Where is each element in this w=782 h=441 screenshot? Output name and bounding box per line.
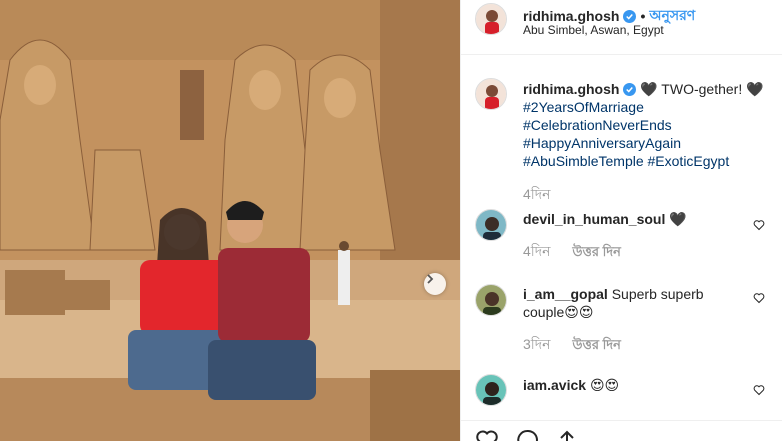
next-arrow-icon <box>427 274 434 284</box>
heart-icon[interactable] <box>753 384 765 396</box>
comment-item: iam.avick 😍😍 <box>523 376 743 394</box>
hashtag-link[interactable]: #CelebrationNeverEnds <box>523 116 778 134</box>
action-bar <box>461 420 782 441</box>
caption: ridhima.ghosh 🖤 TWO-gether! 🖤 #2YearsOfM… <box>523 80 778 170</box>
comment-meta: 4দিন উত্তর দিন <box>523 242 743 261</box>
commenter-avatar[interactable] <box>475 374 507 406</box>
hashtag-link[interactable]: #2YearsOfMarriage <box>523 98 778 116</box>
comment-icon[interactable] <box>515 428 539 441</box>
comment-meta: 3দিন উত্তর দিন <box>523 335 743 354</box>
next-photo-button[interactable] <box>424 273 446 295</box>
comment-username[interactable]: iam.avick <box>523 377 586 393</box>
verified-icon <box>623 83 637 96</box>
comment-username[interactable]: i_am__gopal <box>523 286 608 302</box>
separator-dot: • <box>640 8 646 24</box>
caption-avatar[interactable] <box>475 78 507 110</box>
reply-button[interactable]: উত্তর দিন <box>572 337 621 352</box>
photo-illustration <box>0 0 460 441</box>
post-photo[interactable] <box>0 0 460 441</box>
heart-icon[interactable] <box>753 292 765 304</box>
author-avatar[interactable] <box>475 3 507 35</box>
caption-text: 🖤 TWO-gether! 🖤 <box>640 81 764 97</box>
comment-time[interactable]: 3দিন <box>523 336 551 352</box>
caption-time[interactable]: 4দিন <box>523 183 551 207</box>
heart-icon[interactable] <box>753 219 765 231</box>
comment-time[interactable]: 4দিন <box>523 243 551 259</box>
hashtag-link[interactable]: #AbuSimbleTemple <box>523 153 644 169</box>
verified-icon <box>623 9 637 23</box>
comment-item: devil_in_human_soul 🖤 <box>523 210 743 228</box>
comment-username[interactable]: devil_in_human_soul <box>523 211 665 227</box>
caption-username[interactable]: ridhima.ghosh <box>523 81 619 97</box>
author-username[interactable]: ridhima.ghosh <box>523 8 619 24</box>
comment-text: 😍😍 <box>589 377 620 393</box>
hashtag-link[interactable]: #ExoticEgypt <box>648 153 730 169</box>
post-side-panel: ridhima.ghosh • অনুসরণ Abu Simbel, Aswan… <box>460 0 782 441</box>
share-icon[interactable] <box>555 428 579 441</box>
heart-icon[interactable] <box>475 428 499 441</box>
post-header: ridhima.ghosh • অনুসরণ Abu Simbel, Aswan… <box>461 0 782 55</box>
comment-item: i_am__gopal Superb superb couple😍😍 <box>523 285 743 321</box>
location-link[interactable]: Abu Simbel, Aswan, Egypt <box>523 23 664 37</box>
commenter-avatar[interactable] <box>475 209 507 241</box>
commenter-avatar[interactable] <box>475 284 507 316</box>
hashtag-link[interactable]: #HappyAnniversaryAgain <box>523 134 778 152</box>
reply-button[interactable]: উত্তর দিন <box>572 244 621 259</box>
comment-text: 🖤 <box>669 211 687 227</box>
